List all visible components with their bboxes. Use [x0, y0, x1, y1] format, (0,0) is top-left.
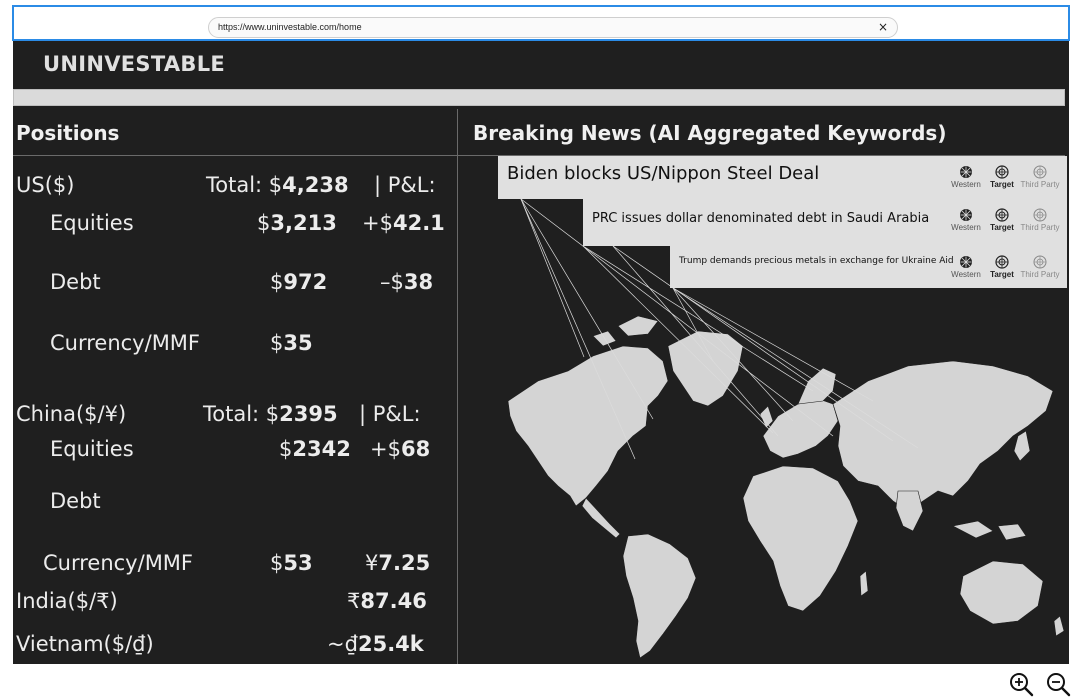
third-party-tag[interactable]: Third Party [1020, 208, 1060, 232]
news-heading: Breaking News (AI Aggregated Keywords) [473, 121, 947, 145]
target-tag-label: Target [990, 180, 1014, 189]
us-mmf-amount: $35 [270, 331, 313, 355]
western-tag-label: Western [951, 223, 981, 232]
china-equities-pnl: +$68 [370, 437, 431, 461]
western-tag[interactable]: Western [946, 255, 986, 279]
china-mmf-amount: $53 [270, 551, 313, 575]
third-party-tag-icon [1033, 208, 1047, 222]
close-icon[interactable]: × [878, 20, 888, 34]
china-mmf-label: Currency/MMF [43, 551, 194, 575]
news-card[interactable]: Trump demands precious metals in exchang… [670, 246, 1067, 288]
target-tag-icon [995, 208, 1009, 222]
zoom-out-icon[interactable] [1045, 671, 1071, 697]
zoom-in-icon[interactable] [1008, 671, 1034, 697]
url-text[interactable]: https://www.uninvestable.com/home [218, 22, 362, 32]
us-equities-label: Equities [50, 211, 134, 235]
target-tag-icon [995, 165, 1009, 179]
us-debt-amount: $972 [270, 270, 328, 294]
third-party-tag[interactable]: Third Party [1020, 255, 1060, 279]
us-total: Total: $4,238 [206, 173, 349, 197]
us-debt-label: Debt [50, 270, 101, 294]
third-party-tag-icon [1033, 255, 1047, 269]
news-card[interactable]: Biden blocks US/Nippon Steel Deal Wester… [498, 156, 1067, 199]
news-headline[interactable]: Trump demands precious metals in exchang… [679, 256, 954, 266]
india-fx-rate: ₹87.46 [347, 589, 427, 613]
target-tag[interactable]: Target [982, 165, 1022, 189]
india-label: India($/₹) [16, 589, 118, 613]
target-tag[interactable]: Target [982, 208, 1022, 232]
dashboard-panel: UNINVESTABLE Positions US($) Total: $4,2… [13, 41, 1069, 664]
china-fx-rate: ¥7.25 [365, 551, 431, 575]
column-divider [457, 109, 458, 664]
third-party-tag-label: Third Party [1020, 270, 1060, 279]
news-headline[interactable]: Biden blocks US/Nippon Steel Deal [507, 163, 819, 184]
china-total: Total: $2395 [203, 402, 338, 426]
western-tag-icon [960, 256, 972, 268]
western-tag-label: Western [951, 270, 981, 279]
positions-heading: Positions [16, 121, 120, 145]
china-pnl-label: | P&L: [359, 402, 421, 426]
app-title: UNINVESTABLE [43, 52, 226, 76]
vietnam-fx-rate: ~₫25.4k [327, 632, 424, 656]
target-tag[interactable]: Target [982, 255, 1022, 279]
us-pnl-label: | P&L: [374, 173, 436, 197]
world-map [507, 315, 1065, 659]
us-mmf-label: Currency/MMF [50, 331, 201, 355]
header-band [13, 89, 1065, 106]
china-debt-label: Debt [50, 489, 101, 513]
china-label: China($/¥) [16, 402, 127, 426]
western-tag[interactable]: Western [946, 165, 986, 189]
china-equities-label: Equities [50, 437, 134, 461]
western-tag-icon [960, 166, 972, 178]
target-tag-label: Target [990, 223, 1014, 232]
western-tag-icon [960, 209, 972, 221]
third-party-tag-label: Third Party [1020, 223, 1060, 232]
china-equities-amount: $2342 [279, 437, 351, 461]
third-party-tag-icon [1033, 165, 1047, 179]
third-party-tag-label: Third Party [1020, 180, 1060, 189]
western-tag-label: Western [951, 180, 981, 189]
vietnam-label: Vietnam($/₫) [16, 632, 154, 656]
positions-header-divider [13, 155, 457, 156]
us-equities-amount: $3,213 [257, 211, 337, 235]
us-label: US($) [16, 173, 75, 197]
third-party-tag[interactable]: Third Party [1020, 165, 1060, 189]
news-card[interactable]: PRC issues dollar denominated debt in Sa… [583, 199, 1067, 246]
target-tag-label: Target [990, 270, 1014, 279]
address-bar[interactable]: https://www.uninvestable.com/home × [208, 17, 898, 38]
target-tag-icon [995, 255, 1009, 269]
us-debt-pnl: –$38 [380, 270, 434, 294]
western-tag[interactable]: Western [946, 208, 986, 232]
news-headline[interactable]: PRC issues dollar denominated debt in Sa… [592, 211, 929, 226]
us-equities-pnl: +$42.1 [362, 211, 445, 235]
